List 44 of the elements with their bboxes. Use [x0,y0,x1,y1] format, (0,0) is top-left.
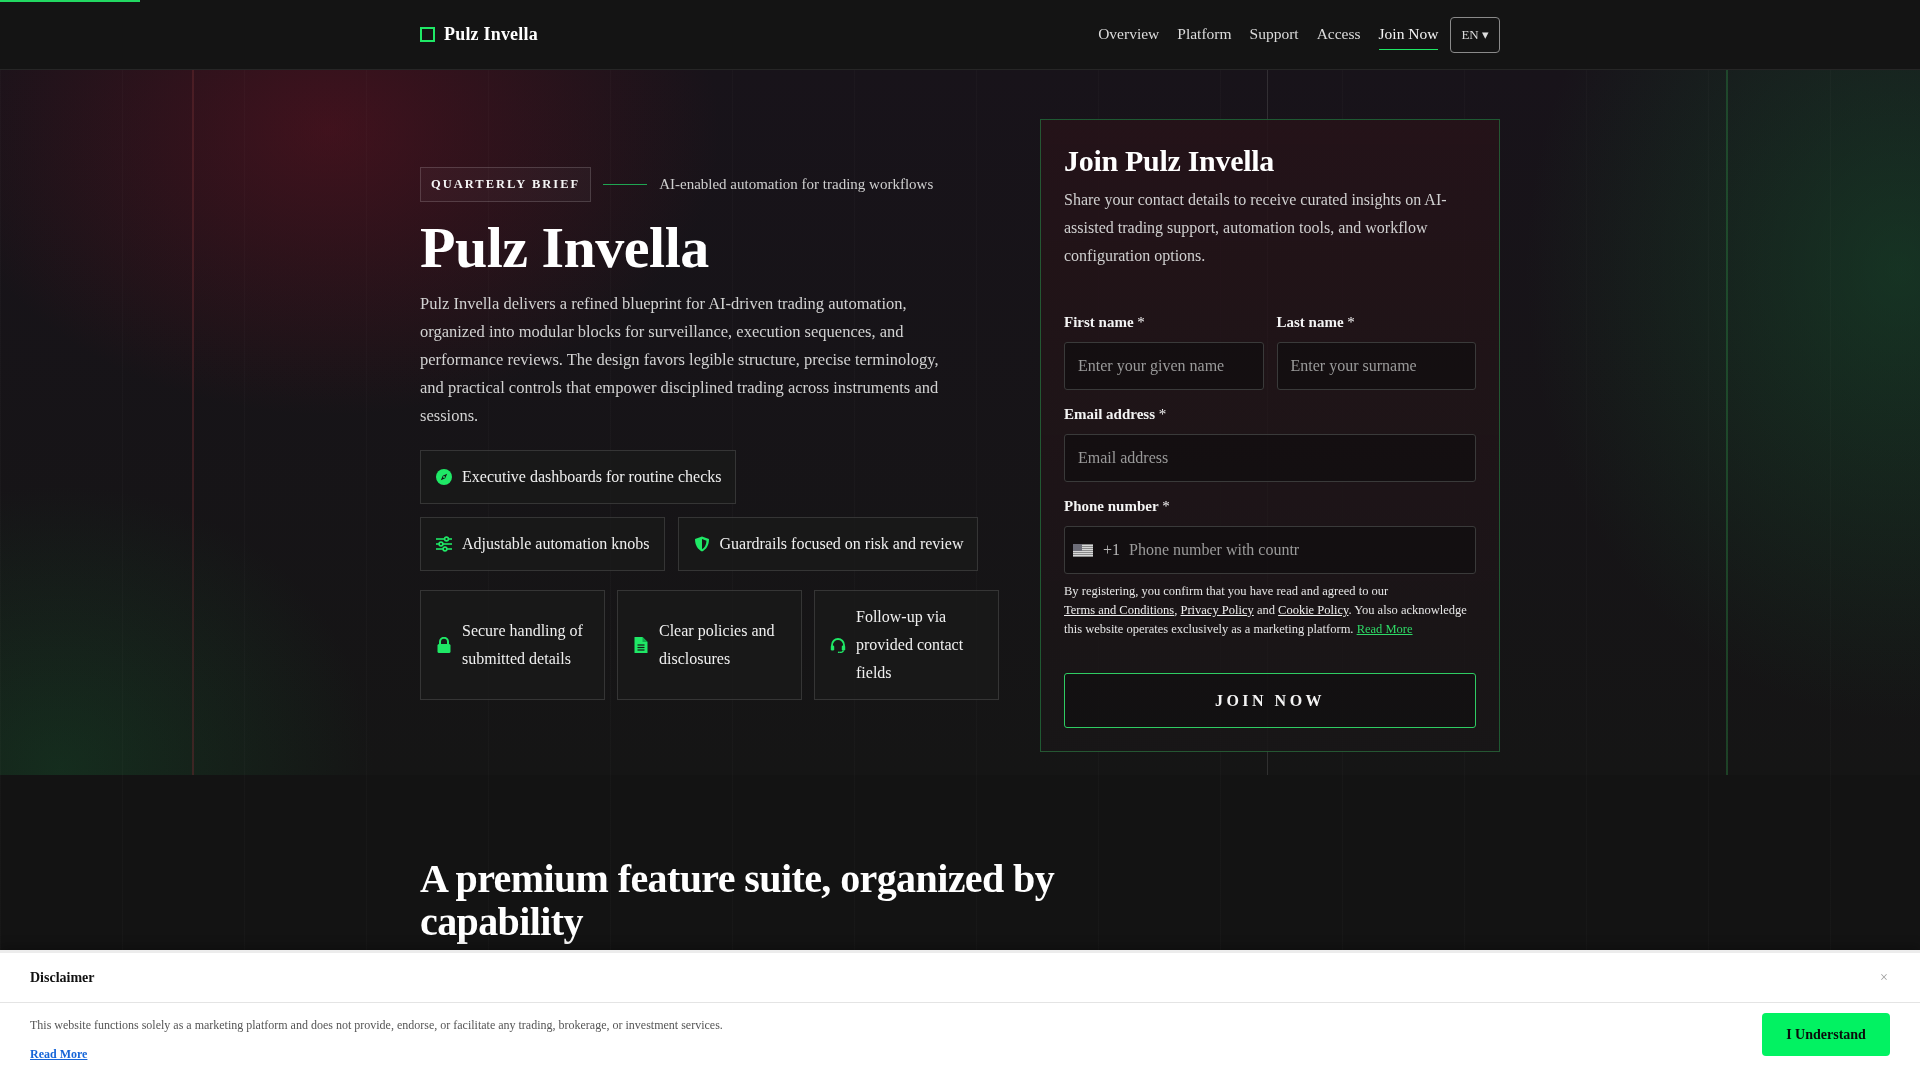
consent-text: By registering, you confirm that you have read and agreed to our Terms and Conditions, Privacy Policy and Cookie Policy. You also acknowledge this website operates exclusively as a marketing platform. Read More [1064,583,1468,638]
nav-link[interactable]: Support [1249,19,1299,50]
feature-label: Clear policies and disclosures [659,621,776,669]
text-input[interactable]: Enter your given name [1064,342,1264,390]
language-button[interactable]: EN ▾ [1450,16,1500,53]
headset-icon [830,637,846,653]
text-input[interactable]: Enter your surname [1276,342,1476,390]
field-label: Phone number* [1064,497,1170,516]
label-badge: QUARTERLY BRIEF [420,167,592,202]
read-more-link[interactable]: Read More [1356,622,1413,636]
field-label: Email address* [1064,405,1167,424]
field-label: First name* [1064,313,1145,332]
shield-icon [693,536,710,552]
join-button[interactable]: JOIN NOW [1064,673,1476,728]
form-title: Join Pulz Invella [1064,143,1274,179]
square-logo-icon [420,27,435,42]
sliders-icon [436,536,452,552]
tagline: AI-enabled automation for trading workflows [659,176,934,193]
disclaimer-text: This website functions solely as a marketing platform and does not provide, endorse, or facilitate any trading, brokerage, or investment services. [30,1017,723,1033]
form-description: Share your contact details to receive curated insights on AI-assisted trading support, automation tools, and workflow configuration options. [1064,190,1448,267]
field-label: Last name* [1276,313,1355,332]
feature-label: Secure handling of submitted details [462,621,584,669]
email-input[interactable]: Email address [1064,434,1476,482]
consent-link[interactable]: Privacy Policy [1180,603,1254,617]
logo-link[interactable]: Pulz Invella [420,24,538,45]
hero-description: Pulz Invella delivers a refined blueprint for AI-driven trading automation, organized into modular blocks for surveillance, execution sequences, and performance reviews. The design favors legible structure, precise terminology, and practical controls that empower disciplined trading across instruments and sessions. [420,293,940,427]
compass-icon [436,469,452,485]
feature-label: Adjustable automation knobs [462,534,650,555]
flag-icon [1073,543,1093,557]
feature-label: Guardrails focused on risk and review [719,534,964,554]
feature-label: Follow-up via provided contact fields [856,607,965,683]
nav-link[interactable]: Overview [1098,19,1160,50]
disclaimer-title: Disclaimer [30,969,95,986]
document-icon [633,637,649,653]
dial-code[interactable]: +1 [1103,541,1121,559]
padlock-icon [436,637,452,653]
feature-label: Executive dashboards for routine checks [462,467,722,487]
section-heading: A premium feature suite, organized by capability [420,857,1056,943]
nav-link[interactable]: Join Now [1378,19,1439,50]
nav-link[interactable]: Platform [1177,19,1232,50]
understand-button[interactable]: I Understand [1762,1013,1890,1056]
read-more-link[interactable]: Read More [30,1047,88,1062]
nav-link[interactable]: Access [1316,19,1361,50]
hero-title: Pulz Invella [420,214,709,282]
